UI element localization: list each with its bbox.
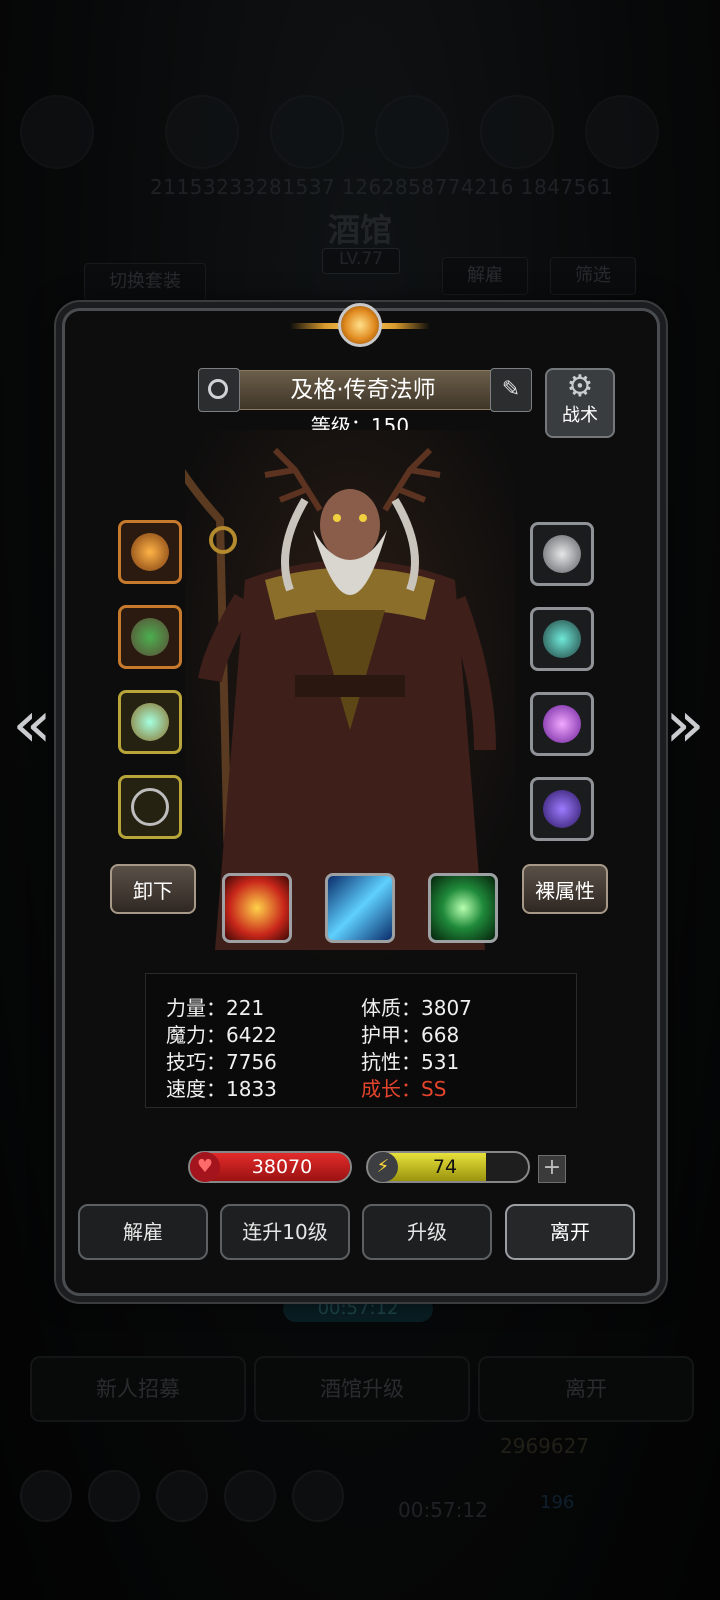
stats-box: 力量：221 体质：3807 魔力：6422 护甲：668 技巧：7756 抗性… [145, 973, 577, 1108]
cloud-rune-slot[interactable] [530, 522, 594, 586]
stone-gem-icon [543, 620, 581, 658]
unequip-button[interactable]: 卸下 [110, 864, 196, 914]
hero-name-bar: 及格·传奇法师 [200, 370, 526, 410]
orb-slot[interactable] [530, 777, 594, 841]
lightning-icon: ⚡ [368, 1152, 398, 1182]
amulet-slot[interactable] [118, 775, 182, 839]
nature-skill-icon[interactable] [428, 873, 498, 943]
staff-icon [131, 533, 169, 571]
ice-skill-icon[interactable] [325, 873, 395, 943]
hero-name: 及格·传奇法师 [290, 377, 436, 403]
magic-orb-icon [543, 790, 581, 828]
armor-slot[interactable] [118, 605, 182, 669]
crystal-slot[interactable] [530, 692, 594, 756]
fire-skill-icon[interactable] [222, 873, 292, 943]
stat-magic: 魔力：6422 [166, 1023, 277, 1047]
purple-crystal-icon [543, 705, 581, 743]
stat-speed: 速度：1833 [166, 1077, 277, 1101]
sun-emblem-icon [338, 303, 382, 347]
add-energy-button[interactable]: + [538, 1155, 566, 1183]
prev-hero-arrow-icon[interactable]: « [12, 690, 52, 760]
leave-button[interactable]: 离开 [505, 1204, 635, 1260]
stat-growth: 成长：SS [361, 1077, 447, 1101]
dismiss-button[interactable]: 解雇 [78, 1204, 208, 1260]
hp-value: 38070 [251, 1156, 313, 1178]
stat-resistance: 抗性：531 [361, 1050, 460, 1074]
heart-icon: ♥ [190, 1152, 220, 1182]
energy-value: 74 [432, 1156, 458, 1178]
stat-armor: 护甲：668 [361, 1023, 460, 1047]
upgrade-button[interactable]: 升级 [362, 1204, 492, 1260]
ring-slot[interactable] [118, 690, 182, 754]
stat-skill: 技巧：7756 [166, 1050, 277, 1074]
stone-rune-slot[interactable] [530, 607, 594, 671]
bare-attributes-button[interactable]: 裸属性 [522, 864, 608, 914]
ring-icon [131, 703, 169, 741]
stat-constitution: 体质：3807 [361, 996, 472, 1020]
cloud-icon [543, 535, 581, 573]
medal-icon[interactable] [198, 368, 240, 412]
stat-strength: 力量：221 [166, 996, 265, 1020]
chest-armor-icon [131, 618, 169, 656]
amulet-icon [131, 788, 169, 826]
emblem-ornament [290, 295, 430, 355]
gear-icon: ⚙ [566, 369, 594, 404]
next-hero-arrow-icon[interactable]: » [665, 690, 705, 760]
edit-name-icon[interactable]: ✎ [490, 368, 532, 412]
level-up-10-button[interactable]: 连升10级 [220, 1204, 350, 1260]
weapon-slot[interactable] [118, 520, 182, 584]
